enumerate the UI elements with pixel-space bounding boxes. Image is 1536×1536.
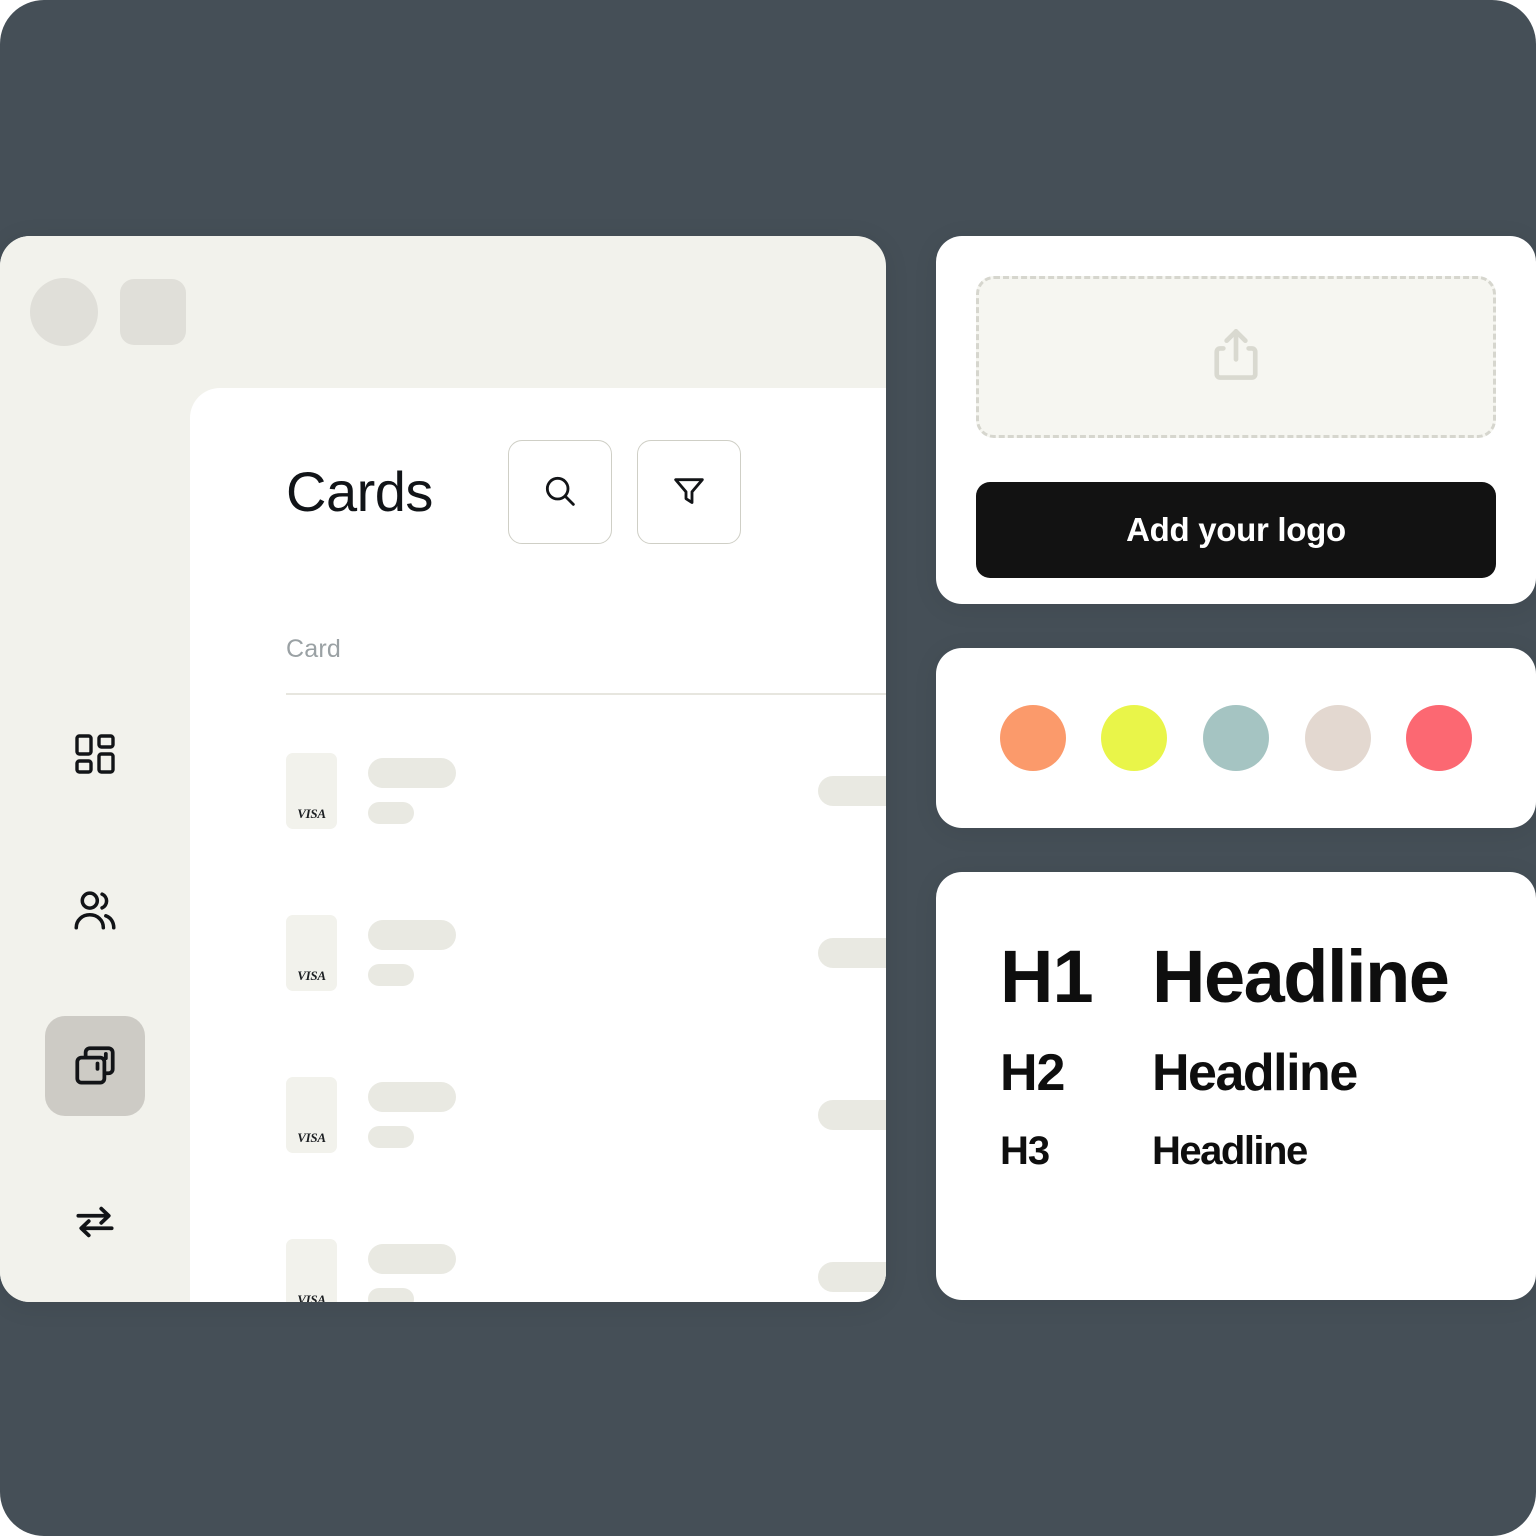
table-divider [286,693,886,695]
cards-page: Cards Card VISA VISA VISA VISA [190,388,886,1302]
table-row[interactable]: VISA [190,1196,886,1302]
sidebar-item-cards[interactable] [45,1016,145,1116]
cards-table-body: VISA VISA VISA VISA [190,710,886,1302]
visa-card-thumbnail: VISA [286,753,337,829]
header-actions [507,440,741,544]
type-sample: Headline [1152,1044,1358,1102]
row-skeleton-primary [368,1082,456,1148]
dashboard-grid-icon [71,730,119,778]
skeleton-line [368,758,456,788]
upload-share-icon [1203,322,1269,393]
transfer-icon [70,1197,120,1247]
filter-icon [669,471,709,514]
logo-dropzone[interactable] [976,276,1496,438]
table-row[interactable]: VISA [190,1034,886,1196]
skeleton-line [818,776,886,806]
avatar-placeholder [30,278,98,346]
color-palette-panel [936,648,1536,828]
color-swatch-coral[interactable] [1406,705,1473,771]
visa-logo: VISA [297,806,326,821]
users-icon [70,885,120,935]
skeleton-line [368,802,414,824]
table-row[interactable]: VISA [190,872,886,1034]
row-skeleton-primary [368,920,456,986]
row-skeleton-primary [368,758,456,824]
sidebar-nav [0,704,190,1302]
app-sidebar [0,236,190,1302]
search-button[interactable] [507,440,612,544]
skeleton-line [818,938,886,968]
color-swatch-orange[interactable] [999,705,1066,771]
skeleton-line [368,1288,414,1302]
visa-logo: VISA [297,968,326,983]
row-skeleton-primary [368,1244,456,1302]
visa-card-thumbnail: VISA [286,1239,337,1302]
logo-placeholder [120,279,186,345]
type-tag: H3 [1000,1129,1050,1173]
visa-logo: VISA [297,1292,326,1302]
skeleton-line [368,1244,456,1274]
filter-button[interactable] [636,440,741,544]
type-tag: H2 [1000,1044,1065,1102]
add-logo-button[interactable]: Add your logo [976,482,1496,578]
cards-icon [70,1041,120,1091]
typography-panel: H1 Headline H2 Headline H3 Headline [936,872,1536,1300]
skeleton-line [368,1082,456,1112]
visa-card-thumbnail: VISA [286,915,337,991]
color-swatch-lime[interactable] [1101,705,1168,771]
logo-upload-panel: Add your logo [936,236,1536,604]
type-tag: H1 [1000,935,1094,1018]
skeleton-line [818,1100,886,1130]
sidebar-brand [30,278,186,346]
brand-kit-canvas: Cards Card VISA VISA VISA VISA Add your … [0,0,1536,1536]
visa-logo: VISA [297,1130,326,1145]
app-window-preview: Cards Card VISA VISA VISA VISA [0,236,886,1302]
table-row[interactable]: VISA [190,710,886,872]
skeleton-line [368,964,414,986]
type-sample: Headline [1152,1129,1308,1173]
type-sample: Headline [1152,935,1450,1018]
search-icon [540,471,580,514]
sidebar-item-users[interactable] [45,860,145,960]
table-column-card: Card [286,635,341,663]
type-scale-row-h1: H1 Headline [1000,934,1472,1019]
skeleton-line [368,920,456,950]
sidebar-item-transfers[interactable] [45,1172,145,1272]
type-scale-row-h2: H2 Headline [1000,1043,1472,1103]
cards-page-header: Cards [286,440,838,544]
page-title: Cards [286,460,433,523]
skeleton-line [368,1126,414,1148]
color-swatch-beige[interactable] [1304,705,1371,771]
skeleton-line [818,1262,886,1292]
visa-card-thumbnail: VISA [286,1077,337,1153]
type-scale-row-h3: H3 Headline [1000,1129,1472,1174]
color-swatch-teal[interactable] [1202,705,1269,771]
sidebar-item-dashboard[interactable] [45,704,145,804]
